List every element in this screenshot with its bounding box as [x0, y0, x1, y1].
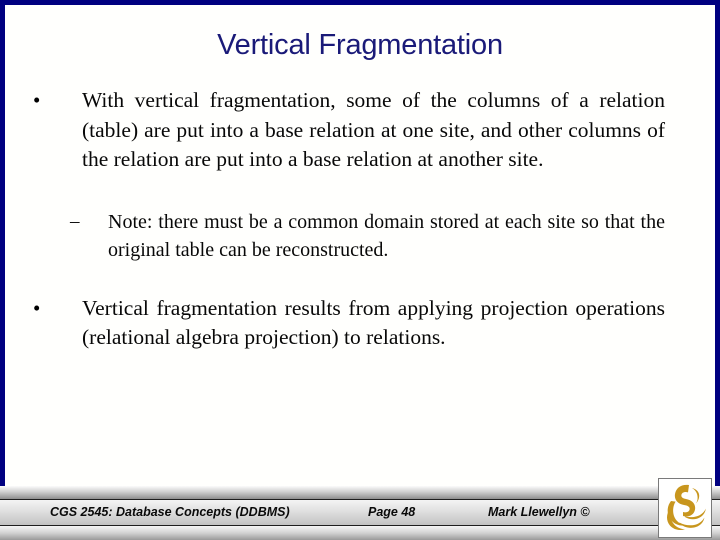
footer-author-label: Mark Llewellyn ©: [488, 505, 590, 519]
pegasus-icon: [659, 479, 709, 535]
sub-bullet-item: – Note: there must be a common domain st…: [0, 208, 720, 264]
slide-footer: CGS 2545: Database Concepts (DDBMS) Page…: [0, 478, 720, 540]
footer-page-label: Page 48: [368, 505, 416, 519]
footer-bar-lower: [0, 526, 720, 540]
pegasus-logo: [658, 478, 712, 538]
bullet-marker: •: [33, 88, 41, 112]
footer-course-label: CGS 2545: Database Concepts (DDBMS): [50, 505, 290, 519]
sub-bullet-marker: –: [70, 210, 80, 232]
slide: Vertical Fragmentation • With vertical f…: [0, 0, 720, 540]
bullet-text: With vertical fragmentation, some of the…: [82, 88, 665, 171]
sub-bullet-text: Note: there must be a common domain stor…: [108, 210, 665, 261]
slide-body: • With vertical fragmentation, some of t…: [0, 86, 720, 353]
footer-bar-upper: [0, 486, 720, 500]
slide-title: Vertical Fragmentation: [217, 29, 503, 61]
bullet-item: • With vertical fragmentation, some of t…: [0, 86, 720, 175]
bullet-marker: •: [33, 295, 41, 320]
bullet-text: Vertical fragmentation results from appl…: [82, 295, 665, 350]
slide-border-top: [0, 0, 720, 5]
bullet-item: • Vertical fragmentation results from ap…: [0, 294, 720, 353]
